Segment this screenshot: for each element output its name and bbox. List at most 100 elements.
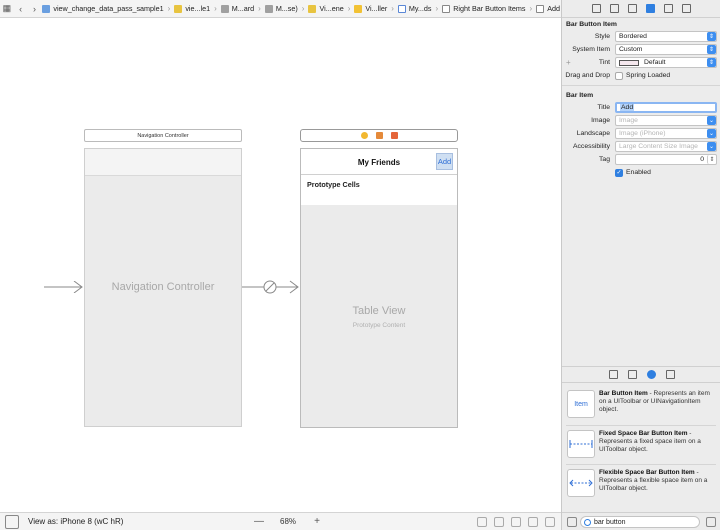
- resolve-issues-icon[interactable]: [545, 517, 555, 527]
- nav-title[interactable]: My Friends: [301, 158, 457, 167]
- storyboard-icon: [264, 4, 273, 13]
- breadcrumb-scene[interactable]: Vi...ene: [307, 4, 344, 13]
- tint-row: + Tint Default ⇕: [562, 56, 720, 69]
- library-item-fixed-space[interactable]: Fixed Space Bar Button Item - Represents…: [562, 426, 720, 464]
- attributes-inspector-icon[interactable]: [645, 4, 655, 13]
- library-item-bar-button[interactable]: Item Bar Button Item - Represents an ite…: [562, 386, 720, 424]
- navigation-controller-scene[interactable]: Navigation Controller: [84, 148, 242, 427]
- enabled-checkbox[interactable]: ✓ Enabled: [615, 168, 651, 177]
- image-combo[interactable]: Image ⌄: [615, 115, 717, 126]
- landscape-row: Landscape Image (iPhone) ⌄: [562, 127, 720, 140]
- connections-inspector-icon[interactable]: [681, 4, 691, 13]
- accessibility-combo[interactable]: Large Content Size Image ⌄: [615, 141, 717, 152]
- fixed-space-icon: [567, 430, 595, 458]
- breadcrumb-project[interactable]: view_change_data_pass_sample1: [41, 4, 164, 13]
- library-item-flexible-space[interactable]: Flexible Space Bar Button Item - Represe…: [562, 465, 720, 503]
- style-select[interactable]: Bordered ⇕: [615, 31, 717, 42]
- library-search-bar: bar button: [562, 512, 720, 530]
- breadcrumb-right-bar-button-items[interactable]: Right Bar Button Items: [441, 4, 526, 13]
- chevron-down-icon: ⌄: [707, 129, 716, 138]
- exit-icon[interactable]: [390, 132, 398, 139]
- identity-inspector-icon[interactable]: [627, 4, 637, 13]
- library-search-input[interactable]: bar button: [580, 516, 700, 528]
- add-constraints-icon[interactable]: [528, 517, 538, 527]
- chevron-down-icon: ⌄: [707, 142, 716, 151]
- stepper-icon[interactable]: ⇕: [707, 155, 716, 164]
- media-library-icon[interactable]: [665, 370, 675, 379]
- storyboard-icon: [220, 4, 229, 13]
- zoom-level[interactable]: 68%: [280, 517, 296, 526]
- table-view-label: Table View: [352, 305, 406, 317]
- update-frames-icon[interactable]: [477, 517, 487, 527]
- code-snippet-icon[interactable]: [627, 370, 637, 379]
- tint-select[interactable]: Default ⇕: [615, 57, 717, 68]
- library-tabs: [562, 366, 720, 383]
- bar-button-item-header: Bar Button Item: [566, 21, 617, 28]
- storyboard-canvas[interactable]: Navigation Controller Navigation Control…: [0, 18, 561, 512]
- search-icon: [584, 518, 591, 526]
- file-icon: [42, 4, 51, 13]
- prototype-content-label: Prototype Content: [352, 322, 406, 329]
- jump-bar: ▦ ‹ › view_change_data_pass_sample1 › vi…: [0, 0, 561, 18]
- breadcrumb-group[interactable]: vie...le1: [173, 4, 211, 13]
- enabled-row: ✓ Enabled: [562, 166, 720, 179]
- spring-loaded-checkbox[interactable]: Spring Loaded: [615, 71, 670, 80]
- nav-controller-scene-title[interactable]: Navigation Controller: [84, 129, 242, 142]
- title-input[interactable]: Add: [615, 102, 717, 113]
- forward-chevron-icon[interactable]: ›: [28, 0, 42, 17]
- zoom-in-button[interactable]: +: [310, 516, 324, 527]
- chevron-down-icon: ⌄: [707, 116, 716, 125]
- scene-dock[interactable]: [300, 129, 458, 142]
- layout-tools: [477, 517, 555, 527]
- back-chevron-icon[interactable]: ‹: [14, 0, 28, 17]
- navigation-bar[interactable]: My Friends Add: [301, 149, 457, 175]
- flexible-space-icon: [567, 469, 595, 497]
- navigation-item-icon: [397, 4, 406, 13]
- tag-stepper[interactable]: 0 ⇕: [615, 154, 717, 165]
- select-arrows-icon: ⇕: [707, 32, 716, 41]
- table-view-controller-scene[interactable]: My Friends Add Prototype Cells Table Vie…: [300, 148, 458, 428]
- object-library-icon[interactable]: [646, 370, 656, 379]
- file-template-icon[interactable]: [608, 370, 618, 379]
- quick-help-icon[interactable]: [609, 4, 619, 13]
- breadcrumb-view-controller[interactable]: Vi...ller: [353, 4, 388, 13]
- align-icon[interactable]: [511, 517, 521, 527]
- system-item-select[interactable]: Custom ⇕: [615, 44, 717, 55]
- relationship-segue[interactable]: [242, 280, 300, 294]
- inspector-tabs: [562, 0, 720, 18]
- scene-icon: [354, 4, 363, 13]
- view-as-device[interactable]: View as: iPhone 8 (wC hR): [28, 517, 123, 526]
- add-bar-button[interactable]: Add: [436, 153, 453, 170]
- select-arrows-icon: ⇕: [707, 45, 716, 54]
- file-inspector-icon[interactable]: [591, 4, 601, 13]
- item-icon: [442, 4, 451, 13]
- breadcrumb-storyboard-base[interactable]: M...se): [264, 4, 299, 13]
- folder-icon: [174, 4, 183, 13]
- breadcrumb-navigation-item[interactable]: My...ds: [397, 4, 433, 13]
- document-outline-toggle-icon[interactable]: [5, 514, 19, 529]
- folder-icon: [308, 4, 317, 13]
- zoom-out-button[interactable]: —: [252, 516, 266, 527]
- embed-in-stack-icon[interactable]: [494, 517, 504, 527]
- size-inspector-icon[interactable]: [663, 4, 673, 13]
- breadcrumb-add[interactable]: Add: [535, 4, 561, 13]
- entry-point-arrow[interactable]: [44, 281, 84, 293]
- breadcrumb-storyboard[interactable]: M...ard: [220, 4, 255, 13]
- plus-icon[interactable]: +: [566, 58, 571, 67]
- checkmark-icon: ✓: [615, 168, 623, 177]
- accessibility-row: Accessibility Large Content Size Image ⌄: [562, 140, 720, 153]
- grid-view-icon[interactable]: [567, 516, 577, 527]
- landscape-combo[interactable]: Image (iPhone) ⌄: [615, 128, 717, 139]
- bar-button-item-icon: Item: [567, 390, 595, 418]
- bar-button-icon: [536, 4, 545, 13]
- attributes-inspector: Bar Button Item Style Bordered ⇕ System I…: [561, 0, 720, 530]
- nav-controller-bar: [85, 149, 241, 176]
- drag-drop-row: Drag and Drop Spring Loaded: [565, 71, 671, 80]
- prototype-cells-header[interactable]: Prototype Cells: [301, 175, 457, 205]
- related-items-icon[interactable]: ▦: [0, 0, 14, 17]
- clear-icon[interactable]: [706, 517, 716, 527]
- view-controller-icon[interactable]: [360, 132, 368, 139]
- zoom-controls: — 68% +: [252, 516, 324, 527]
- first-responder-icon[interactable]: [375, 132, 383, 139]
- system-item-row: System Item Custom ⇕: [562, 43, 720, 56]
